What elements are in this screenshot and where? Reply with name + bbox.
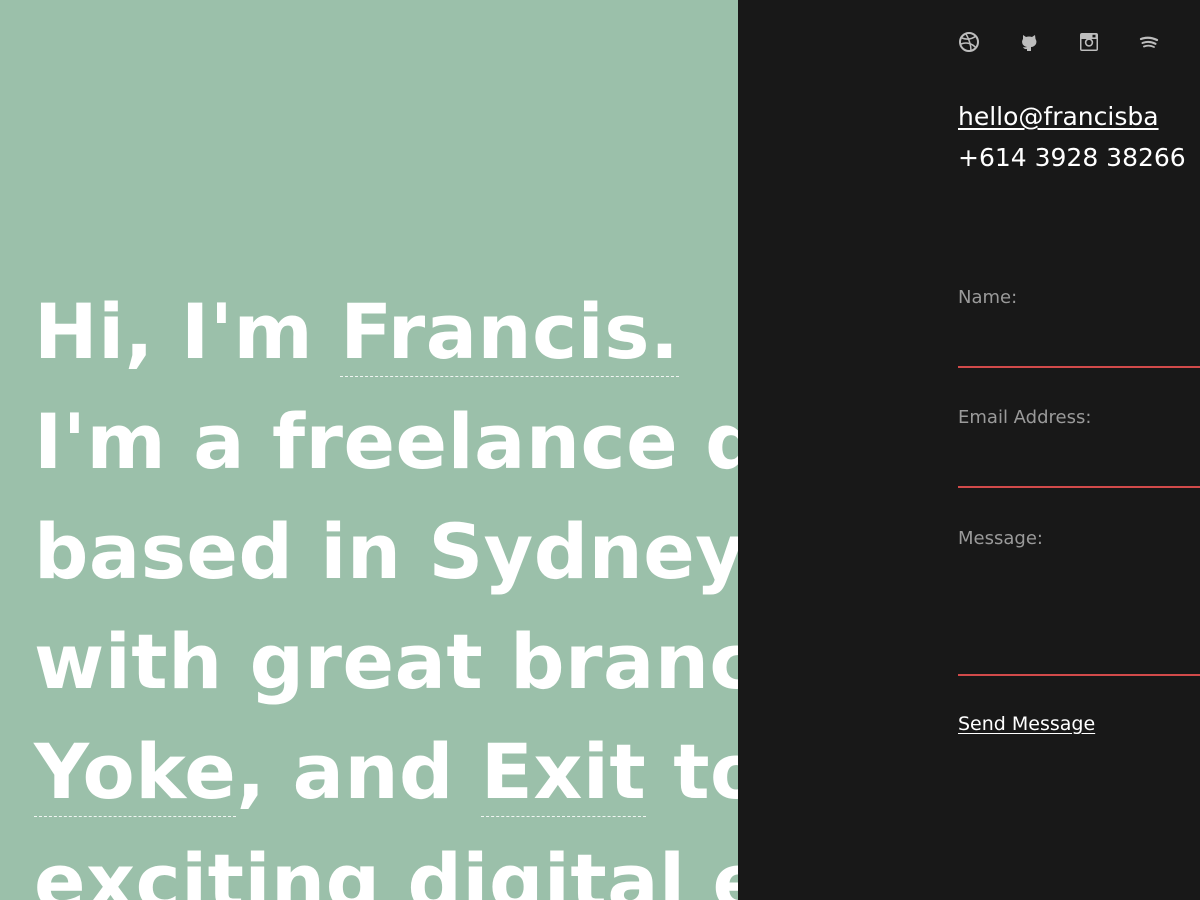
send-message-button[interactable]: Send Message xyxy=(958,713,1095,735)
message-field-group: Message: xyxy=(958,527,1200,677)
hero-greeting: Hi, I'm xyxy=(34,287,341,376)
hero-line-5: Yoke, and Exit to xyxy=(34,717,738,827)
email-link[interactable]: hello@francisba xyxy=(958,98,1200,136)
hero-line-4: with great branc xyxy=(34,617,738,706)
name-label: Name: xyxy=(958,287,1018,308)
name-input[interactable] xyxy=(958,316,1200,366)
spotify-icon[interactable] xyxy=(1138,31,1160,53)
hero-line-3: based in Sydney xyxy=(34,507,738,596)
contact-panel: hello@francisba +614 3928 38266 Name: Em… xyxy=(738,0,1200,900)
message-field-underline xyxy=(958,674,1200,676)
message-label: Message: xyxy=(958,528,1043,549)
instagram-icon[interactable] xyxy=(1078,31,1100,53)
phone-number: +614 3928 38266 xyxy=(958,143,1186,172)
brand-link-yoke[interactable]: Yoke xyxy=(34,727,237,817)
message-input[interactable] xyxy=(958,557,1200,677)
social-links xyxy=(958,31,1198,53)
email-field-group: Email Address: xyxy=(958,406,1200,488)
hero-line-5-mid: , and xyxy=(236,727,481,816)
github-icon[interactable] xyxy=(1018,31,1040,53)
hero-panel: Hi, I'm Francis. I'm a freelance d based… xyxy=(0,0,738,900)
hero-line-6: exciting digital e xyxy=(34,837,738,900)
name-field-underline xyxy=(958,366,1200,368)
email-label: Email Address: xyxy=(958,407,1092,428)
contact-info: hello@francisba +614 3928 38266 xyxy=(958,98,1200,177)
hero-line-2: I'm a freelance d xyxy=(34,397,738,486)
hero-line-5-end: to xyxy=(673,727,738,816)
brand-link-exit[interactable]: Exit xyxy=(480,727,647,817)
name-field-group: Name: xyxy=(958,286,1200,368)
dribbble-icon[interactable] xyxy=(958,31,980,53)
hero-heading: Hi, I'm Francis. I'm a freelance d based… xyxy=(34,277,738,900)
email-input[interactable] xyxy=(958,436,1200,486)
hero-name-link[interactable]: Francis. xyxy=(340,287,680,377)
email-field-underline xyxy=(958,486,1200,488)
hero-line-1: Hi, I'm Francis. xyxy=(34,277,738,387)
